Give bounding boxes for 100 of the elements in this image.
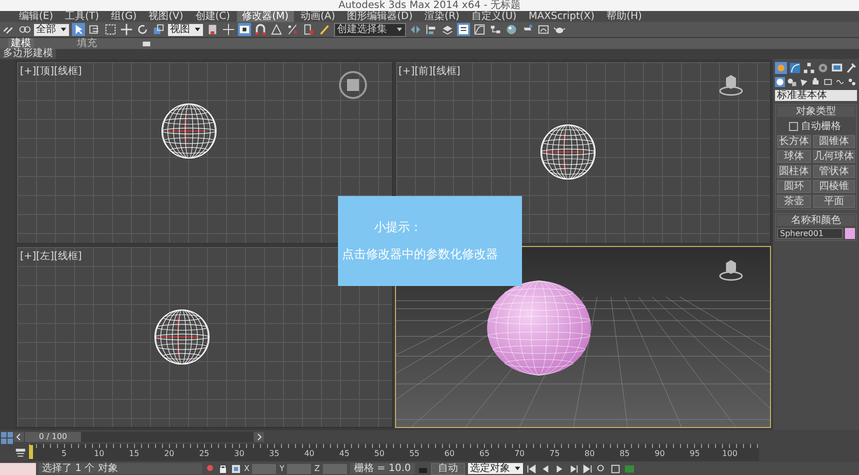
object-type-button[interactable]: 四棱锥 <box>813 180 855 193</box>
object-type-button[interactable]: 长方体 <box>777 135 811 148</box>
scale-icon[interactable] <box>152 23 165 36</box>
curve-icon[interactable] <box>789 62 801 74</box>
script-listener-field[interactable] <box>0 462 36 474</box>
viewcube-icon[interactable] <box>338 70 368 100</box>
menu-item[interactable]: 编辑(E) <box>14 11 58 22</box>
frame-number: 95 <box>690 449 700 458</box>
menu-item[interactable]: 自定义(U) <box>466 11 522 22</box>
coordinate-field[interactable] <box>322 464 347 474</box>
object-type-button[interactable]: 几何球体 <box>813 150 855 163</box>
transform-mode-icon[interactable] <box>231 464 241 474</box>
rollout-header[interactable]: 名称和颜色 <box>777 215 855 226</box>
wireframe-sphere-drawing <box>152 308 211 366</box>
move-icon[interactable] <box>120 23 133 36</box>
systems-icon[interactable] <box>847 77 857 87</box>
coordinate-field[interactable] <box>252 464 276 474</box>
menu-item[interactable]: 动画(A) <box>296 11 340 22</box>
monitor-icon[interactable] <box>831 62 843 74</box>
select-by-name-icon[interactable] <box>88 23 101 36</box>
ribbon-tab[interactable]: 填充 <box>74 38 100 49</box>
keyboard-shortcut-icon[interactable] <box>238 23 251 36</box>
layers-icon[interactable] <box>441 23 454 36</box>
percent-snap-icon[interactable] <box>286 23 299 36</box>
grid-icon[interactable] <box>610 464 621 474</box>
go-to-start-icon[interactable] <box>526 464 537 474</box>
reference-coordinate-dropdown[interactable]: 视图 <box>168 24 203 36</box>
helper-icon[interactable] <box>823 77 833 87</box>
menu-item[interactable]: 渲染(R) <box>420 11 464 22</box>
selection-filter-dropdown[interactable]: 全部 <box>34 24 69 36</box>
snap-icon[interactable] <box>254 23 267 36</box>
object-name-field[interactable]: Sphere001 <box>777 228 843 239</box>
next-frame-button[interactable] <box>254 432 264 442</box>
named-selection-set-dropdown[interactable]: 创建选择集 <box>334 22 406 36</box>
hammer-icon[interactable] <box>845 62 857 74</box>
viewport-label[interactable]: [+][前][线框] <box>398 64 460 78</box>
go-to-end-icon[interactable] <box>582 464 593 474</box>
object-type-button[interactable]: 茶壶 <box>777 195 811 208</box>
object-color-swatch[interactable] <box>845 228 855 239</box>
shapes-icon[interactable] <box>787 77 797 87</box>
align-icon[interactable] <box>425 23 438 36</box>
schematic-view-icon[interactable] <box>489 23 502 36</box>
frame-window-icon[interactable] <box>537 23 550 36</box>
object-type-button[interactable]: 圆锥体 <box>813 135 855 148</box>
category-dropdown[interactable]: 标准基本体 <box>775 90 857 101</box>
auto-key-button[interactable]: 自动 <box>430 462 465 474</box>
menu-item[interactable]: 图形编辑器(D) <box>342 11 418 22</box>
caret-icon <box>194 26 201 33</box>
viewport-layout-icon[interactable] <box>0 431 14 445</box>
cursor-icon[interactable] <box>72 23 85 36</box>
curve-editor-icon[interactable] <box>473 23 486 36</box>
scene-explorer-icon[interactable] <box>457 23 470 36</box>
coordinate-field[interactable] <box>287 464 312 474</box>
wheel-icon[interactable] <box>817 62 829 74</box>
spinner-snap-icon[interactable] <box>302 23 315 36</box>
previous-frame-button[interactable] <box>14 432 24 442</box>
menu-item[interactable]: 修改器(M) <box>237 11 294 22</box>
caret-icon <box>396 26 403 33</box>
object-type-button[interactable]: 圆柱体 <box>777 165 811 178</box>
object-type-button[interactable]: 圆环 <box>777 180 811 193</box>
camera-icon[interactable] <box>811 77 821 87</box>
space-warp-icon[interactable] <box>835 77 845 87</box>
frame-number: 30 <box>234 449 244 458</box>
menu-item[interactable]: 视图(V) <box>144 11 188 22</box>
menu-item[interactable]: 创建(C) <box>190 11 236 22</box>
material-editor-icon[interactable] <box>505 23 518 36</box>
current-frame-marker[interactable] <box>29 445 33 459</box>
rollout-header[interactable]: 对象类型 <box>777 106 855 117</box>
frame-number: 60 <box>444 449 455 458</box>
menu-item[interactable]: 帮助(H) <box>602 11 647 22</box>
angle-snap-icon[interactable] <box>270 23 283 36</box>
zoom-icon[interactable] <box>596 464 607 474</box>
region-select-icon[interactable] <box>104 23 117 36</box>
ribbon-tab[interactable]: 建模 <box>8 38 34 49</box>
timeline-ruler[interactable]: 5 10 15 20 25 30 35 40 45 50 55 60 65 70 75 80 85 90 95 100 <box>29 444 759 461</box>
object-type-button[interactable]: 球体 <box>777 150 811 163</box>
time-slider-thumb[interactable]: 0 / 100 <box>25 432 81 442</box>
menu-item[interactable]: 工具(T) <box>60 11 104 22</box>
lock-icon[interactable] <box>218 464 228 474</box>
coordinate-label: Z <box>314 464 320 473</box>
move-icon[interactable] <box>222 23 235 36</box>
key-filter-dropdown[interactable]: 选定对象 <box>468 463 523 474</box>
caret-icon <box>60 26 67 33</box>
autogrid-checkbox[interactable] <box>789 122 798 130</box>
object-type-button[interactable]: 平面 <box>813 195 855 208</box>
menu-item[interactable]: 组(G) <box>106 11 142 22</box>
rotate-icon[interactable] <box>136 23 149 36</box>
sphere-icon[interactable] <box>775 77 785 87</box>
hierarchy-icon[interactable] <box>803 62 815 74</box>
pivot-icon[interactable] <box>206 23 219 36</box>
wireframe-sphere-drawing <box>538 123 597 182</box>
coordinate-label: Y <box>279 464 284 473</box>
frame-number: 70 <box>514 449 525 458</box>
menu-item[interactable]: MAXScript(X) <box>524 11 600 22</box>
object-type-button[interactable]: 管状体 <box>813 165 855 178</box>
light-icon[interactable] <box>799 77 809 87</box>
track-bar-icon[interactable] <box>14 446 27 459</box>
viewport-label[interactable]: [+][左][线框] <box>20 248 82 262</box>
pencil-icon[interactable] <box>318 23 331 36</box>
viewport-label[interactable]: [+][顶][线框] <box>20 64 82 78</box>
